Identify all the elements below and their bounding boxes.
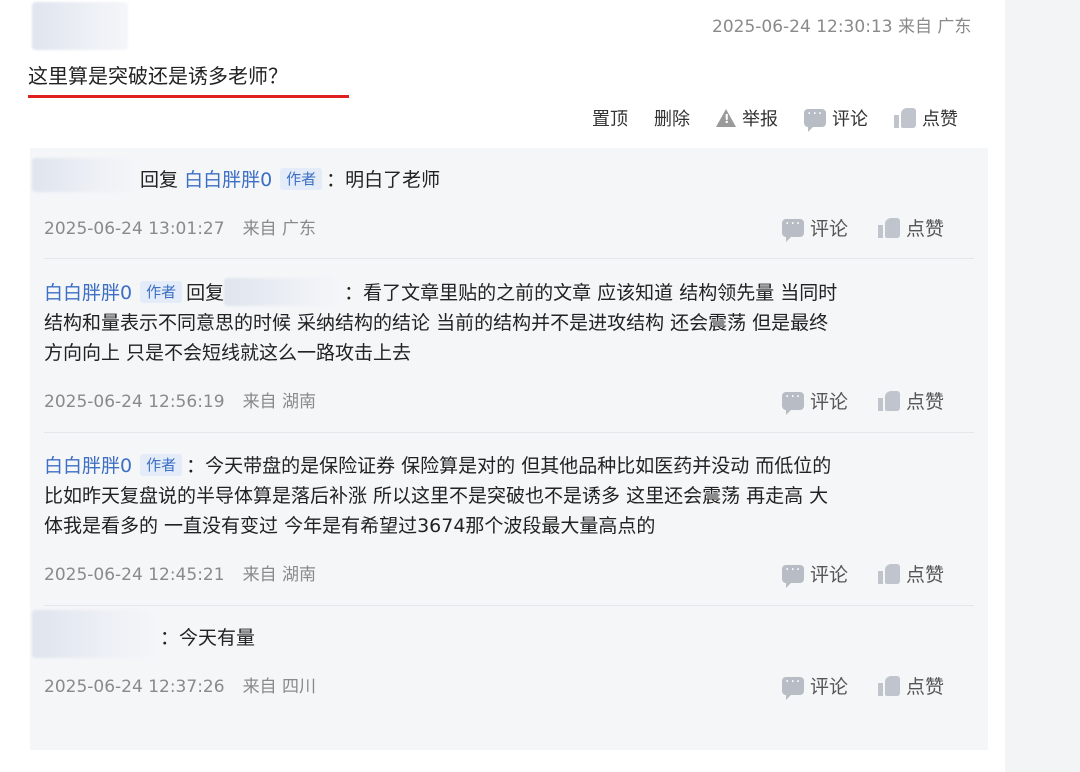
reply-text-line1: ：今天带盘的是保险证券 保险算是对的 但其他品种比如医药并没动 而低位的 [186,455,832,477]
thumbs-up-icon [878,675,901,696]
reply-list: 回复 白白胖胖0 作者 ：明白了老师 2025-06-24 13:01:27 来自 广… [30,148,988,750]
like-button[interactable]: 点赞 [878,214,944,241]
page-side-margin [1005,0,1080,772]
post-content: 这里算是突破还是诱多老师？ [28,64,288,88]
comment-button[interactable]: 评论 [782,214,848,242]
divider [44,258,974,259]
reply-location: 来自 湖南 [242,392,316,412]
thumbs-up-icon [878,217,901,238]
author-username[interactable]: 白白胖胖0 [44,455,132,477]
reply-timestamp: 2025-06-24 13:01:27 [44,219,225,239]
reply-prefix: 回复 [140,169,179,191]
reply-timestamp: 2025-06-24 12:37:26 [44,677,225,697]
thumbs-up-icon [878,563,901,584]
blurred-username [32,610,158,658]
comment-button[interactable]: 评论 [782,672,848,700]
reply-text-line2: 比如昨天复盘说的半导体算是落后补涨 所以这里不是突破也不是诱多 这里还会震荡 再… [44,485,829,507]
blurred-username [32,2,128,50]
reply-location: 来自 广东 [242,219,316,239]
reply-timestamp: 2025-06-24 12:56:19 [44,392,225,412]
blurred-username [224,278,345,306]
like-button[interactable]: 点赞 [878,560,944,587]
thumbs-up-icon [878,390,901,411]
post-timestamp: 2025-06-24 12:30:13 来自 广东 [712,17,972,37]
reply-location: 来自 湖南 [242,565,316,585]
comment-button[interactable]: 评论 [782,560,848,588]
reply-location: 来自 四川 [242,677,316,697]
comment-button[interactable]: 评论 [804,105,868,132]
comment-icon [782,389,804,415]
comment-button[interactable]: 评论 [782,387,848,415]
comment-icon [804,106,826,132]
comment-icon [782,216,804,242]
reply-to-username[interactable]: 白白胖胖0 [184,169,272,191]
reply-text-line3: 方向向上 只是不会短线就这么一路攻击上去 [44,342,412,364]
author-username[interactable]: 白白胖胖0 [44,282,132,304]
comment-icon [782,674,804,700]
reply-text-line1: ：看了文章里贴的之前的文章 应该知道 结构领先量 当同时 [344,282,838,304]
like-button[interactable]: 点赞 [878,387,944,414]
divider [44,432,974,433]
report-button[interactable]: 举报 [716,105,778,131]
blurred-username [32,158,138,192]
divider [44,605,974,606]
author-badge: 作者 [140,454,183,476]
reply-timestamp: 2025-06-24 12:45:21 [44,565,225,585]
thumbs-up-icon [894,108,916,128]
reply-prefix: 回复 [186,282,225,304]
reply-text-line2: 结构和量表示不同意思的时候 采纳结构的结论 当前的结构并不是进攻结构 还会震荡 … [44,312,829,334]
highlight-underline [28,95,349,98]
author-badge: 作者 [140,281,183,303]
like-button[interactable]: 点赞 [894,105,958,131]
pin-button[interactable]: 置顶 [592,105,628,131]
like-button[interactable]: 点赞 [878,672,944,699]
delete-button[interactable]: 删除 [654,105,690,131]
author-badge: 作者 [280,168,323,190]
comment-icon [782,562,804,588]
reply-text: ：今天有量 [160,627,256,649]
post-actions-bar: 置顶 删除 举报 评论 点赞 [592,105,958,132]
warning-icon [716,109,736,127]
reply-text: ：明白了老师 [326,169,441,191]
reply-text-line3: 体我是看多的 一直没有变过 今年是有希望过3674那个波段最大量高点的 [44,515,656,537]
